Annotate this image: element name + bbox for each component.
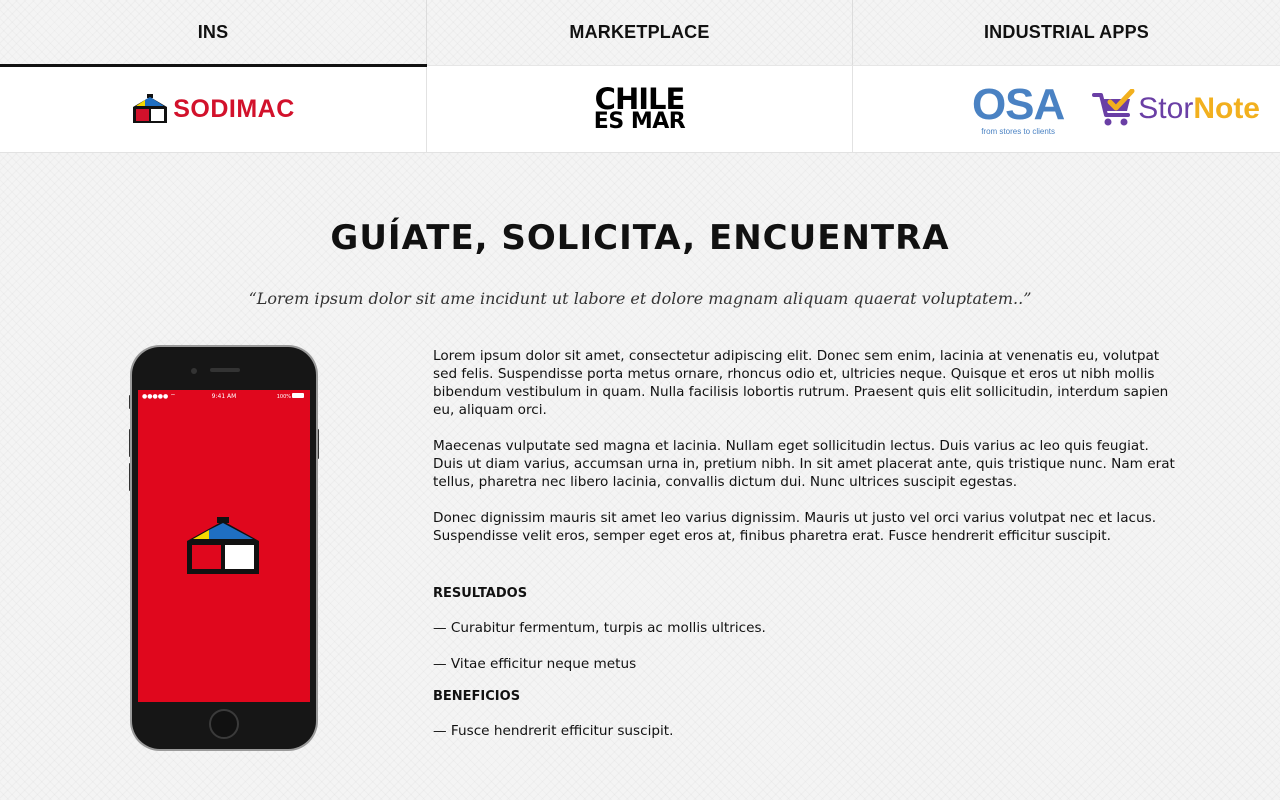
- logo-strip: SODIMAC CHILE ES MAR OSA from stores to …: [0, 65, 1280, 153]
- phone-illustration: ●●●●● ⌔ 9:41 AM 100%: [129, 345, 319, 751]
- results-item-1: — Curabitur fermentum, turpis ac mollis …: [433, 620, 766, 636]
- sodimac-logo-link[interactable]: SODIMAC: [0, 66, 427, 152]
- phone-signal: ●●●●● ⌔: [142, 393, 176, 400]
- paragraph-3: Donec dignissim mauris sit amet leo vari…: [433, 510, 1157, 544]
- paragraph-2: Maecenas vulputate sed magna et lacinia.…: [433, 438, 1175, 490]
- results-heading: RESULTADOS: [433, 586, 528, 601]
- chile-es-mar-logo-link[interactable]: CHILE ES MAR: [427, 66, 853, 152]
- tab-ins[interactable]: INS: [0, 0, 427, 65]
- chile-es-mar-line2: ES MAR: [593, 109, 686, 135]
- sodimac-logo: SODIMAC: [131, 94, 295, 124]
- results-item-2: — Vitae efficitur neque metus: [433, 656, 637, 672]
- active-tab-indicator: [0, 64, 427, 67]
- stornote-logo[interactable]: StorNote: [1092, 89, 1260, 129]
- cart-check-icon: [1092, 89, 1135, 126]
- chile-es-mar-logo: CHILE ES MAR: [593, 84, 686, 135]
- page-title: GUÍATE, SOLICITA, ENCUENTRA: [330, 218, 950, 258]
- benefits-heading: BENEFICIOS: [433, 689, 521, 704]
- home-button: [209, 709, 239, 739]
- osa-tagline: from stores to clients: [981, 126, 1056, 136]
- battery-icon: [292, 393, 304, 398]
- description-section: Lorem ipsum dolor sit amet, consectetur …: [433, 347, 1181, 758]
- osa-logo[interactable]: OSA from stores to clients: [971, 79, 1065, 136]
- tab-industrial-apps[interactable]: INDUSTRIAL APPS: [853, 0, 1280, 65]
- sodimac-house-icon: [133, 94, 168, 123]
- page-quote: “Lorem ipsum dolor sit ame incidunt ut l…: [248, 289, 1032, 308]
- phone-mockup: ●●●●● ⌔ 9:41 AM 100%: [128, 345, 320, 753]
- stornote-wordmark-note: Note: [1193, 92, 1260, 125]
- sodimac-wordmark: SODIMAC: [173, 94, 295, 123]
- category-tabs: INS MARKETPLACE INDUSTRIAL APPS: [0, 0, 1280, 65]
- osa-wordmark: OSA: [971, 79, 1065, 129]
- stornote-wordmark-stor: Stor: [1138, 92, 1194, 125]
- phone-battery-label: 100%: [277, 394, 292, 400]
- paragraph-1: Lorem ipsum dolor sit amet, consectetur …: [433, 348, 1169, 418]
- phone-time: 9:41 AM: [212, 393, 237, 400]
- stornote-wordmark: StorNote: [1138, 92, 1260, 126]
- industrial-apps-logos: OSA from stores to clients StorNote: [853, 66, 1280, 152]
- tab-marketplace[interactable]: MARKETPLACE: [427, 0, 853, 65]
- benefits-item-1: — Fusce hendrerit efficitur suscipit.: [433, 723, 674, 739]
